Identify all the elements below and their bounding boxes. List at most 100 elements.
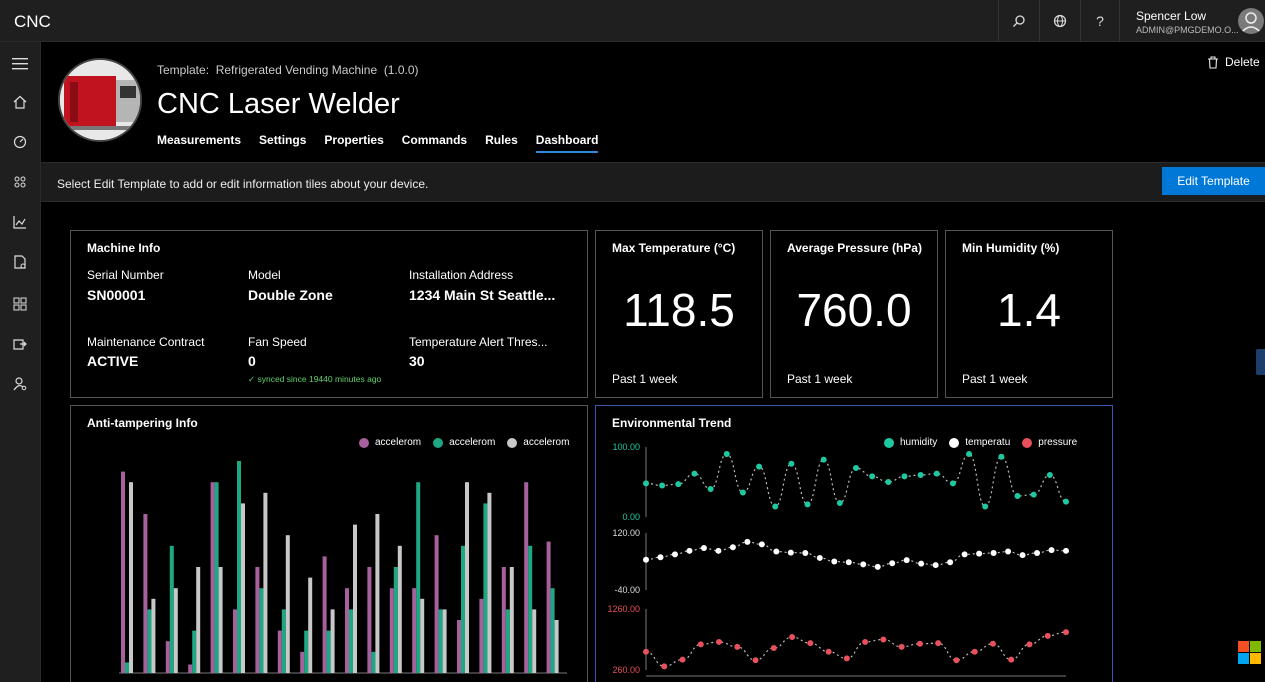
data-point[interactable] [998, 453, 1005, 460]
user-name[interactable]: Spencer Low [1136, 9, 1206, 23]
bar[interactable] [345, 588, 349, 673]
data-point[interactable] [716, 638, 723, 645]
bar[interactable] [509, 567, 514, 673]
data-point[interactable] [661, 663, 668, 670]
search-button[interactable] [998, 0, 1038, 42]
data-point[interactable] [804, 501, 811, 508]
bar[interactable] [125, 662, 129, 673]
data-point[interactable] [889, 560, 896, 567]
data-point[interactable] [885, 479, 892, 485]
data-point[interactable] [657, 554, 664, 561]
bar[interactable] [505, 609, 510, 673]
tab-settings[interactable]: Settings [259, 133, 306, 153]
bar[interactable] [393, 567, 398, 673]
data-point[interactable] [723, 451, 730, 457]
app-title[interactable]: CNC [14, 12, 51, 32]
bar[interactable] [532, 609, 537, 673]
bar[interactable] [304, 630, 309, 673]
bar[interactable] [420, 598, 425, 673]
data-point[interactable] [903, 557, 910, 564]
bar[interactable] [218, 567, 223, 673]
bar[interactable] [259, 588, 264, 673]
bar[interactable] [147, 609, 152, 673]
bar[interactable] [550, 588, 555, 673]
data-point[interactable] [843, 655, 850, 662]
data-point[interactable] [734, 643, 741, 650]
data-point[interactable] [933, 470, 940, 477]
administration-icon[interactable] [10, 374, 30, 394]
tab-measurements[interactable]: Measurements [157, 133, 241, 153]
avatar[interactable] [1238, 8, 1264, 34]
bar[interactable] [438, 609, 443, 673]
data-point[interactable] [807, 640, 814, 647]
bar[interactable] [143, 514, 148, 673]
data-point[interactable] [901, 473, 908, 480]
data-point[interactable] [729, 544, 736, 551]
bar[interactable] [412, 588, 417, 673]
data-point[interactable] [917, 472, 924, 478]
data-point[interactable] [971, 648, 978, 655]
hamburger-icon[interactable] [10, 54, 30, 74]
bar[interactable] [442, 609, 447, 673]
bar[interactable] [285, 535, 290, 673]
bar[interactable] [330, 609, 335, 673]
bar[interactable] [483, 503, 488, 673]
data-point[interactable] [643, 480, 649, 487]
analytics-icon[interactable] [10, 212, 30, 232]
bar[interactable] [349, 609, 353, 673]
data-point[interactable] [679, 656, 686, 663]
data-point[interactable] [756, 463, 763, 470]
bar[interactable] [129, 482, 133, 673]
side-panel-handle[interactable] [1256, 349, 1265, 375]
data-point[interactable] [1019, 552, 1026, 559]
data-point[interactable] [862, 638, 869, 645]
data-point[interactable] [853, 465, 859, 471]
tab-dashboard[interactable]: Dashboard [535, 133, 599, 153]
bar[interactable] [434, 535, 439, 673]
data-point[interactable] [1030, 491, 1037, 498]
data-point[interactable] [671, 551, 678, 558]
bar[interactable] [375, 514, 380, 673]
bar[interactable] [196, 567, 201, 673]
data-point[interactable] [787, 549, 794, 556]
bar[interactable] [487, 492, 492, 673]
delete-button[interactable]: Delete [1207, 55, 1260, 69]
tab-rules[interactable]: Rules [485, 133, 518, 153]
data-point[interactable] [831, 558, 838, 565]
data-point[interactable] [1063, 547, 1069, 554]
data-point[interactable] [691, 470, 698, 477]
data-point[interactable] [898, 643, 905, 650]
bar[interactable] [465, 482, 469, 673]
legend-item[interactable]: accelerom [359, 437, 421, 448]
data-point[interactable] [869, 473, 876, 480]
data-point[interactable] [947, 559, 954, 566]
bar[interactable] [546, 541, 551, 673]
bar[interactable] [277, 630, 282, 673]
bar[interactable] [237, 461, 241, 673]
data-point[interactable] [989, 640, 996, 647]
data-point[interactable] [918, 560, 925, 567]
bar[interactable] [173, 588, 178, 673]
language-button[interactable] [1039, 0, 1079, 42]
legend-item[interactable]: accelerom [433, 437, 495, 448]
bar[interactable] [300, 651, 305, 673]
data-point[interactable] [1046, 472, 1053, 478]
data-point[interactable] [1034, 549, 1041, 556]
data-point[interactable] [932, 562, 939, 569]
tab-properties[interactable]: Properties [324, 133, 383, 153]
bar[interactable] [457, 620, 461, 673]
data-point[interactable] [752, 657, 759, 664]
data-point[interactable] [860, 561, 867, 568]
bar[interactable] [528, 545, 533, 673]
data-point[interactable] [772, 503, 779, 510]
data-point[interactable] [874, 563, 881, 570]
bar[interactable] [371, 651, 376, 673]
data-point[interactable] [788, 460, 795, 467]
data-point[interactable] [715, 547, 722, 554]
data-point[interactable] [816, 554, 823, 561]
data-point[interactable] [643, 556, 649, 563]
data-point[interactable] [1044, 632, 1051, 639]
bar[interactable] [524, 482, 529, 673]
bar[interactable] [397, 545, 402, 673]
data-point[interactable] [1008, 656, 1015, 663]
